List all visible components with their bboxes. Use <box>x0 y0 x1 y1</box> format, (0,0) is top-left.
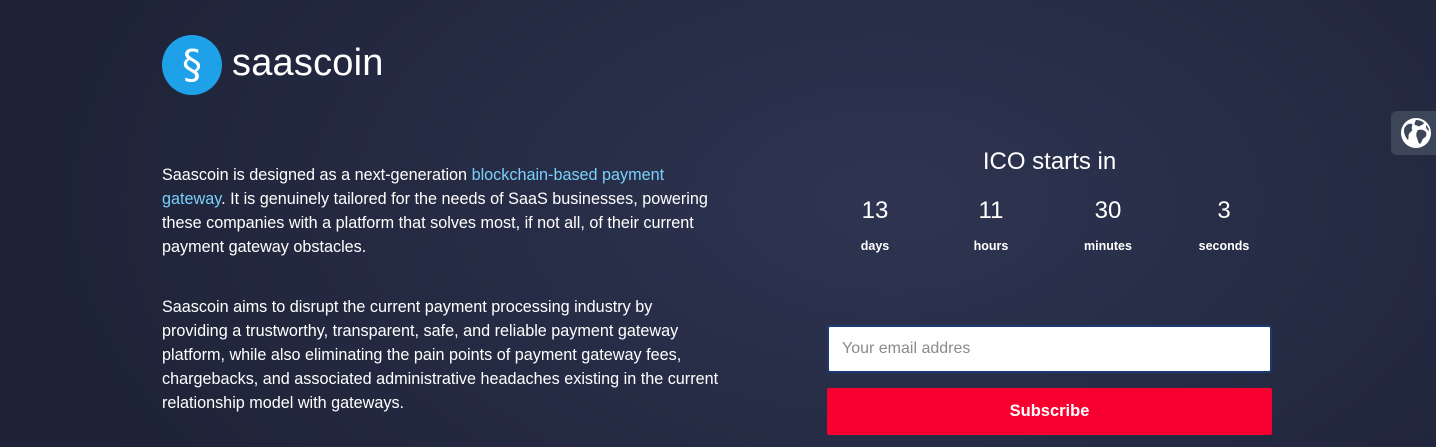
intro-paragraph-1: Saascoin is designed as a next-generatio… <box>162 163 722 259</box>
intro-paragraph-2: Saascoin aims to disrupt the current pay… <box>162 298 719 412</box>
countdown-value: 30 <box>1094 197 1122 224</box>
countdown-seconds: 3 seconds <box>1174 196 1274 253</box>
brand-logo[interactable]: § saascoin <box>162 35 384 95</box>
countdown-minutes: 30 minutes <box>1058 196 1158 253</box>
countdown-hours: 11 hours <box>941 196 1041 253</box>
countdown-value: 11 <box>978 197 1004 224</box>
countdown-days: 13 days <box>825 196 925 253</box>
countdown-title: ICO starts in <box>982 148 1117 175</box>
intro-text: Saascoin is designed as a next-generatio… <box>162 166 472 184</box>
brand-name: saascoin <box>232 41 384 84</box>
countdown-unit: hours <box>973 239 1009 253</box>
countdown-unit: days <box>860 239 890 253</box>
countdown-value: 13 <box>861 197 889 224</box>
countdown-unit: seconds <box>1198 239 1250 253</box>
intro-text-continued: . It is genuinely tailored for the needs… <box>162 190 708 256</box>
countdown-value: 3 <box>1217 197 1231 224</box>
saascoin-logo-icon: § <box>162 35 222 95</box>
globe-icon <box>1401 118 1431 148</box>
language-switcher-button[interactable] <box>1391 111 1436 155</box>
email-input[interactable] <box>827 325 1272 373</box>
countdown-unit: minutes <box>1084 239 1132 253</box>
subscribe-button[interactable]: Subscribe <box>827 388 1272 435</box>
